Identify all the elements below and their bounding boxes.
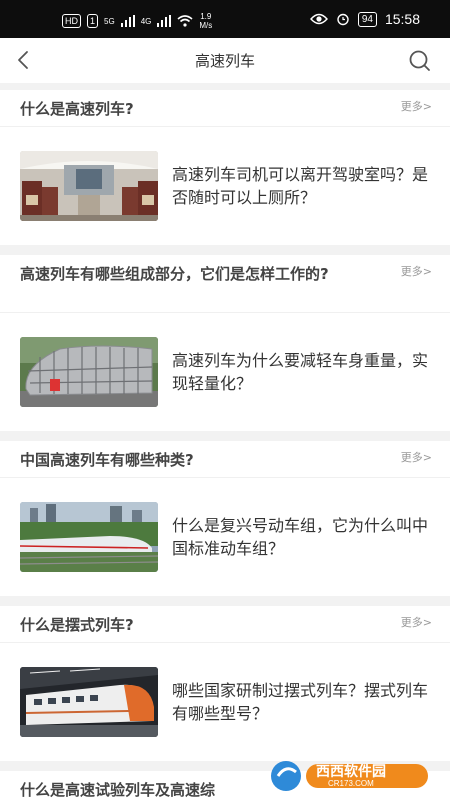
section-card: 中国高速列车有哪些种类? 更多> 什么是复兴号动车组，它为什么叫中国标准动车组？	[0, 441, 450, 596]
signal-icon	[120, 15, 135, 27]
watermark-url: CR173.COM	[328, 779, 374, 788]
section-header: 中国高速列车有哪些种类? 更多>	[0, 441, 450, 478]
net-speed-value: 1.9	[200, 12, 212, 21]
article-title: 高速列车司机可以离开驾驶室吗？是否随时可以上厕所？	[172, 165, 429, 207]
clock: 15:58	[384, 11, 420, 27]
status-bar: HD 1 5G 4G 1.9 M/s 94 15:58	[0, 0, 450, 38]
section-header: 高速列车有哪些组成部分，它们是怎样工作的? 更多>	[0, 255, 450, 313]
section-header: 什么是高速列车? 更多>	[0, 90, 450, 127]
article-item[interactable]: 高速列车为什么要减轻车身重量，实现轻量化？	[0, 313, 450, 431]
article-title: 哪些国家研制过摆式列车？摆式列车有哪些型号？	[172, 681, 429, 723]
section-card: 什么是高速列车? 更多> 高速列车司机可以离开驾驶室吗？是否随时可以上厕所？	[0, 90, 450, 245]
status-right: 94 15:58	[309, 11, 420, 27]
net-speed-unit: M/s	[199, 21, 213, 30]
article-title: 高速列车为什么要减轻车身重量，实现轻量化？	[172, 351, 429, 393]
train-interior-image	[20, 151, 158, 221]
section-title[interactable]: 高速列车有哪些组成部分，它们是怎样工作的?	[20, 264, 380, 285]
section-title[interactable]: 什么是摆式列车?	[20, 615, 380, 636]
section-title[interactable]: 中国高速列车有哪些种类?	[20, 450, 380, 471]
signal-icon-2	[157, 15, 172, 27]
section-card: 高速列车有哪些组成部分，它们是怎样工作的? 更多> 高速列车为什么要减轻车身重量…	[0, 255, 450, 431]
article-item[interactable]: 高速列车司机可以离开驾驶室吗？是否随时可以上厕所？	[0, 127, 450, 245]
article-item[interactable]: 哪些国家研制过摆式列车？摆式列车有哪些型号？	[0, 643, 450, 761]
eye-icon	[309, 13, 328, 25]
search-icon[interactable]	[406, 47, 434, 75]
tilting-train-image	[20, 667, 158, 737]
wifi-icon	[177, 15, 193, 27]
alarm-icon	[337, 13, 349, 26]
more-link[interactable]: 更多>	[401, 98, 432, 114]
more-link[interactable]: 更多>	[401, 449, 432, 465]
battery-indicator: 94	[357, 11, 377, 27]
section-header: 什么是摆式列车? 更多>	[0, 606, 450, 643]
watermark-brand: 西西软件园	[316, 763, 386, 779]
hd-badge: HD	[62, 14, 81, 28]
fuxing-train-image	[20, 502, 158, 572]
watermark: 西西软件园 CR173.COM	[268, 758, 432, 794]
signal-4g-label: 4G	[140, 16, 152, 26]
more-link[interactable]: 更多>	[401, 263, 432, 279]
section-card: 什么是摆式列车? 更多> 哪些国家研制过摆式列车？摆式列车有哪些型号？	[0, 606, 450, 761]
more-link[interactable]: 更多>	[401, 614, 432, 630]
train-frame-image	[20, 337, 158, 407]
article-item[interactable]: 什么是复兴号动车组，它为什么叫中国标准动车组？	[0, 478, 450, 596]
page-title: 高速列车	[194, 52, 255, 70]
sim-badge: 1	[87, 14, 99, 28]
net-speed: 1.9 M/s	[199, 12, 212, 30]
nav-bar: 高速列车	[0, 38, 450, 83]
content-list: 什么是高速列车? 更多> 高速列车司机可以离开驾驶室吗？是否随时可以上厕所？ 高…	[0, 90, 450, 800]
signal-5g-label: 5G	[104, 16, 115, 26]
section-title[interactable]: 什么是高速列车?	[20, 99, 380, 120]
article-title: 什么是复兴号动车组，它为什么叫中国标准动车组？	[172, 516, 429, 558]
status-left: HD 1 5G 4G 1.9 M/s	[62, 12, 212, 30]
